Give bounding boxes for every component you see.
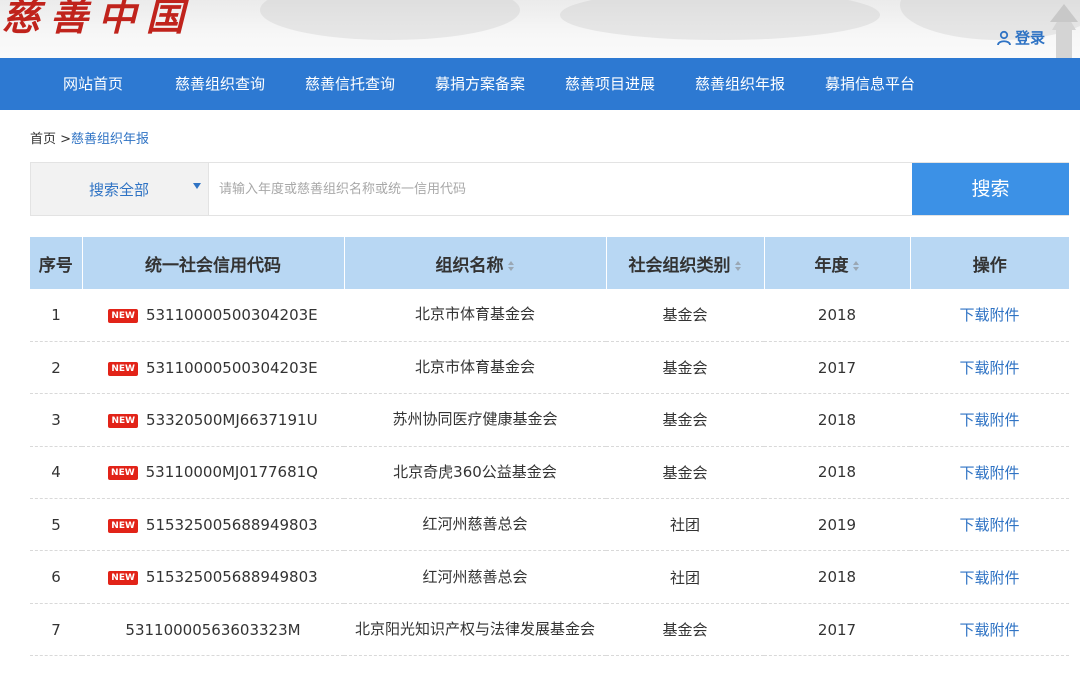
- credit-code-text: 515325005688949803: [145, 515, 318, 534]
- header-cloud-decoration: [560, 0, 880, 40]
- breadcrumb: 首页 >慈善组织年报: [30, 128, 149, 147]
- new-badge: NEW: [108, 466, 138, 481]
- column-header-action: 操作: [910, 237, 1069, 289]
- table-row: 1 NEW 53110000500304203E 北京市体育基金会 基金会 2018 下载附…: [30, 289, 1069, 342]
- cell-index: 7: [30, 603, 82, 657]
- nav-item-project-progress[interactable]: 慈善项目进展: [565, 58, 655, 110]
- column-header-org-name[interactable]: 组织名称: [344, 237, 607, 289]
- search-button[interactable]: 搜索: [912, 163, 1069, 215]
- cell-credit-code: 53110000563603323M: [82, 603, 344, 657]
- cell-org-type: 社团: [606, 550, 764, 604]
- table-row: 3 NEW 53320500MJ6637191U 苏州协同医疗健康基金会 基金会 2018…: [30, 393, 1069, 447]
- annual-report-table: 序号 统一社会信用代码 组织名称 社会组织类别 年度 操作 1 NEW 531100…: [30, 237, 1069, 657]
- nav-item-annual-report[interactable]: 慈善组织年报: [695, 58, 785, 110]
- new-badge: NEW: [108, 571, 138, 586]
- cell-index: 2: [30, 341, 82, 395]
- caret-down-icon: [193, 183, 201, 189]
- cell-credit-code: NEW 53320500MJ6637191U: [82, 393, 344, 447]
- nav-item-fundraising-platform[interactable]: 募捐信息平台: [825, 58, 915, 110]
- cell-year: 2018: [764, 393, 910, 447]
- cell-org-type: 社团: [606, 498, 764, 552]
- cell-index: 4: [30, 446, 82, 500]
- column-header-index: 序号: [30, 237, 83, 289]
- download-attachment-link[interactable]: 下载附件: [910, 393, 1069, 447]
- sort-icon[interactable]: [852, 260, 860, 272]
- cell-org-type: 基金会: [606, 603, 764, 657]
- new-badge: NEW: [108, 518, 138, 533]
- nav-item-fundraising-plan[interactable]: 募捐方案备案: [435, 58, 525, 110]
- cell-org-type: 基金会: [606, 393, 764, 447]
- cell-org-type: 基金会: [606, 446, 764, 500]
- login-link[interactable]: 登录: [996, 27, 1045, 48]
- cell-year: 2018: [764, 550, 910, 604]
- column-header-org-type[interactable]: 社会组织类别: [606, 237, 765, 289]
- download-attachment-link[interactable]: 下载附件: [910, 603, 1069, 657]
- sort-icon[interactable]: [734, 260, 742, 272]
- cell-credit-code: NEW 515325005688949803: [82, 550, 344, 604]
- credit-code-text: 515325005688949803: [145, 568, 318, 587]
- credit-code-text: 53110000MJ0177681Q: [145, 463, 318, 482]
- cell-credit-code: NEW 53110000500304203E: [82, 289, 344, 342]
- cell-org-type: 基金会: [606, 341, 764, 395]
- breadcrumb-current[interactable]: 慈善组织年报: [71, 132, 149, 147]
- table-row: 5 NEW 515325005688949803 红河州慈善总会 社团 2019 下载附件: [30, 498, 1069, 552]
- new-badge: NEW: [108, 413, 139, 428]
- main-nav: 网站首页 慈善组织查询 慈善信托查询 募捐方案备案 慈善项目进展 慈善组织年报 …: [0, 58, 1080, 110]
- download-attachment-link[interactable]: 下载附件: [910, 341, 1069, 395]
- cell-credit-code: NEW 53110000500304203E: [82, 341, 344, 395]
- breadcrumb-home[interactable]: 首页 >: [30, 132, 71, 147]
- column-header-year[interactable]: 年度: [764, 237, 911, 289]
- sort-icon[interactable]: [507, 260, 515, 272]
- user-icon: [997, 30, 1011, 45]
- table-row: 4 NEW 53110000MJ0177681Q 北京奇虎360公益基金会 基金会 201…: [30, 446, 1069, 500]
- table-row: 6 NEW 515325005688949803 红河州慈善总会 社团 2018 下载附件: [30, 550, 1069, 604]
- column-header-credit-code: 统一社会信用代码: [82, 237, 345, 289]
- credit-code-text: 53110000500304203E: [145, 358, 318, 377]
- cell-org-name: 红河州慈善总会: [344, 550, 606, 604]
- cell-index: 6: [30, 550, 82, 604]
- download-attachment-link[interactable]: 下载附件: [910, 498, 1069, 552]
- site-logo[interactable]: 慈善中国: [2, 0, 194, 41]
- cell-credit-code: NEW 53110000MJ0177681Q: [82, 446, 344, 500]
- cell-year: 2019: [764, 498, 910, 552]
- table-header-row: 序号 统一社会信用代码 组织名称 社会组织类别 年度 操作: [30, 237, 1069, 289]
- cell-org-name: 红河州慈善总会: [344, 498, 606, 552]
- credit-code-text: 53320500MJ6637191U: [146, 410, 318, 429]
- cell-index: 3: [30, 393, 82, 447]
- nav-item-trust-search[interactable]: 慈善信托查询: [305, 58, 395, 110]
- cell-org-name: 苏州协同医疗健康基金会: [344, 393, 606, 447]
- cell-org-name: 北京市体育基金会: [344, 341, 606, 395]
- cell-year: 2017: [764, 341, 910, 395]
- credit-code-text: 53110000563603323M: [125, 620, 301, 639]
- cell-org-name: 北京阳光知识产权与法律发展基金会: [344, 603, 606, 657]
- cell-year: 2017: [764, 603, 910, 657]
- cell-index: 1: [30, 289, 82, 342]
- search-scope-label: 搜索全部: [89, 181, 150, 199]
- credit-code-text: 53110000500304203E: [145, 305, 318, 324]
- download-attachment-link[interactable]: 下载附件: [910, 550, 1069, 604]
- nav-item-home[interactable]: 网站首页: [63, 58, 123, 110]
- search-input[interactable]: [219, 175, 909, 203]
- cell-credit-code: NEW 515325005688949803: [82, 498, 344, 552]
- table-row: 2 NEW 53110000500304203E 北京市体育基金会 基金会 2017 下载附…: [30, 341, 1069, 395]
- table-row: 7 53110000563603323M 北京阳光知识产权与法律发展基金会 基金会 20…: [30, 603, 1069, 657]
- login-label: 登录: [1015, 29, 1046, 47]
- nav-item-org-search[interactable]: 慈善组织查询: [175, 58, 265, 110]
- new-badge: NEW: [108, 308, 138, 323]
- cell-year: 2018: [764, 446, 910, 500]
- new-badge: NEW: [108, 361, 138, 376]
- download-attachment-link[interactable]: 下载附件: [910, 289, 1069, 342]
- search-bar: 搜索全部 搜索: [30, 162, 1069, 216]
- pagoda-decoration-icon: [1050, 4, 1078, 58]
- download-attachment-link[interactable]: 下载附件: [910, 446, 1069, 500]
- cell-year: 2018: [764, 289, 910, 342]
- cell-index: 5: [30, 498, 82, 552]
- header-cloud-decoration: [260, 0, 520, 40]
- cell-org-name: 北京市体育基金会: [344, 289, 606, 342]
- site-header: 慈善中国 登录: [0, 0, 1080, 58]
- cell-org-type: 基金会: [606, 289, 764, 342]
- cell-org-name: 北京奇虎360公益基金会: [344, 446, 606, 500]
- search-scope-dropdown[interactable]: 搜索全部: [31, 163, 209, 215]
